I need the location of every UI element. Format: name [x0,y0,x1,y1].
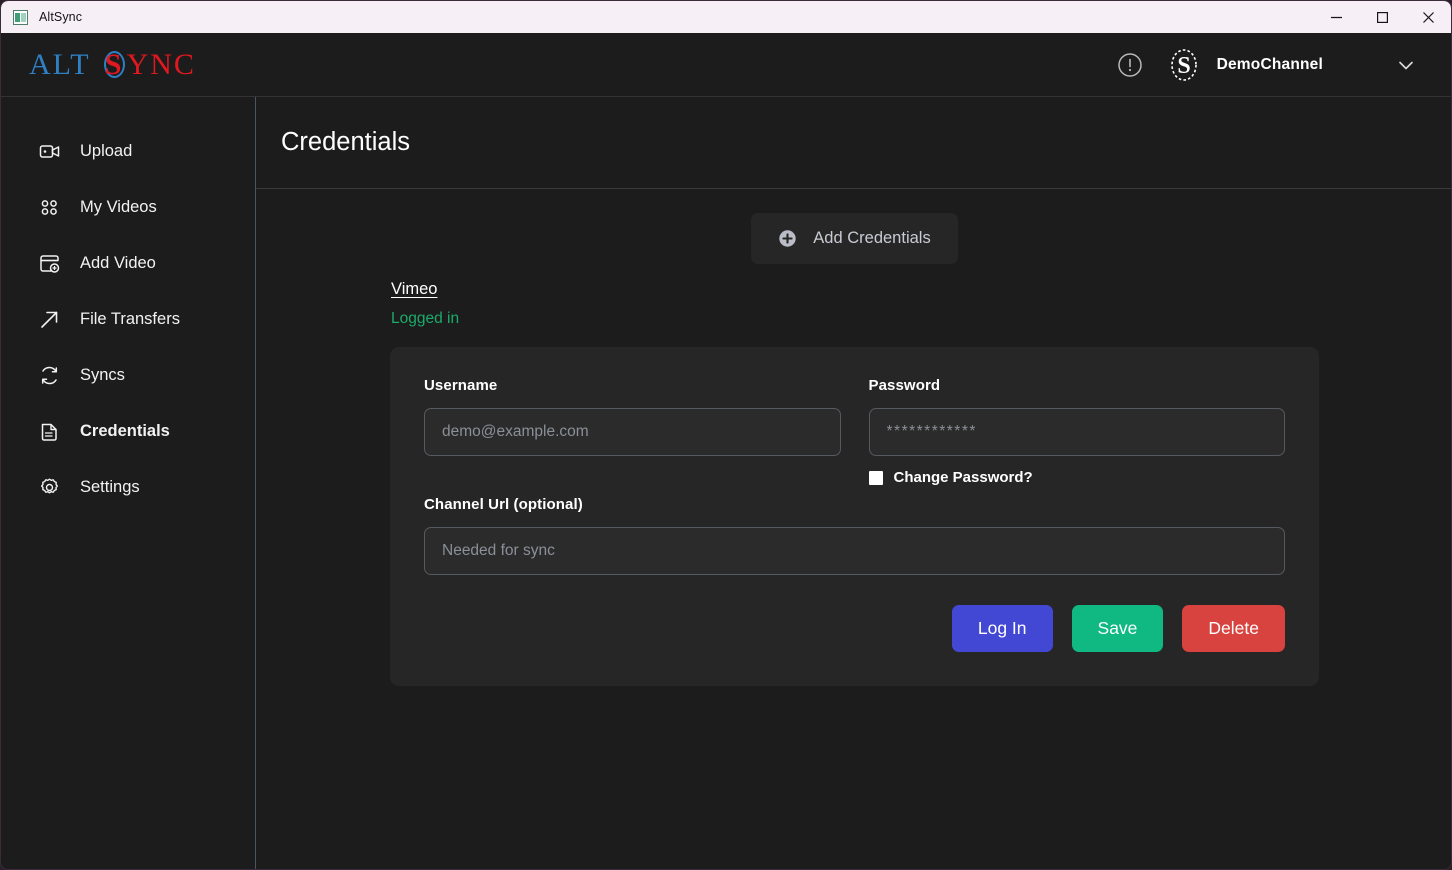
sidebar-item-file-transfers[interactable]: File Transfers [1,291,255,347]
delete-button[interactable]: Delete [1182,605,1285,652]
page-title: Credentials [281,128,410,156]
add-credentials-button[interactable]: Add Credentials [751,213,958,264]
page-header: Credentials [256,97,1451,189]
title-bar: AltSync [1,1,1451,33]
maximize-button[interactable] [1359,1,1405,33]
sidebar-item-add-video[interactable]: Add Video [1,235,255,291]
avatar[interactable]: S [1166,47,1202,83]
close-button[interactable] [1405,1,1451,33]
sidebar-item-my-videos[interactable]: My Videos [1,179,255,235]
sidebar-item-label: Settings [80,477,140,496]
brand-logo[interactable]: ALT S YNC [29,48,196,82]
sidebar-item-label: Syncs [80,365,125,384]
app-header: ALT S YNC S DemoChannel [1,33,1451,97]
password-label: Password [868,377,941,394]
change-password-row: Change Password? [868,469,1286,486]
provider-status: Logged in [391,310,460,327]
username-label: Username [424,377,498,394]
change-password-label: Change Password? [893,469,1033,486]
chevron-down-icon[interactable] [1383,45,1429,85]
sidebar-item-label: Upload [80,141,133,160]
brand-ync-text: YNC [126,47,196,81]
page-body: Add Credentials Vimeo Logged in Username [256,189,1451,869]
credentials-form-grid: Username Password Change Password? [424,377,1285,486]
channel-name: DemoChannel [1216,55,1323,73]
plus-circle-icon [778,229,797,248]
sidebar-item-credentials[interactable]: Credentials [1,403,255,459]
window-title: AltSync [39,10,83,24]
credentials-card: Username Password Change Password? [390,347,1319,686]
sidebar-item-label: File Transfers [80,309,180,328]
document-icon [39,421,60,442]
sidebar-item-syncs[interactable]: Syncs [1,347,255,403]
channel-url-field-group: Channel Url (optional) [424,496,1285,575]
username-input[interactable] [424,408,841,456]
header-right-group: S DemoChannel [1110,45,1429,85]
window-controls [1313,1,1451,33]
save-button[interactable]: Save [1071,605,1164,652]
sidebar-item-label: Credentials [80,421,170,440]
sidebar: Upload My Videos Add Video File Transfer… [1,97,256,869]
arrow-up-right-icon [39,309,60,330]
body-container: Upload My Videos Add Video File Transfer… [1,97,1451,869]
brand-s-letter: S [104,47,124,81]
application-window: AltSync ALT S YNC S DemoChannel Upload M… [0,0,1452,870]
minimize-button[interactable] [1313,1,1359,33]
main-content: Credentials Add Credentials Vimeo Logged… [256,97,1451,869]
sidebar-item-label: Add Video [80,253,156,272]
form-action-buttons: Log In Save Delete [424,605,1285,652]
brand-s-badge: S [102,48,127,82]
video-camera-icon [39,141,60,162]
brand-alt-text: ALT [29,47,91,81]
title-bar-left: AltSync [1,9,1313,25]
add-video-icon [39,253,60,274]
change-password-checkbox[interactable] [868,470,883,485]
svg-text:S: S [1177,53,1190,79]
username-field-group: Username [424,377,841,486]
alert-circle-icon[interactable] [1110,45,1150,85]
grid-dots-icon [39,197,60,218]
channel-url-label: Channel Url (optional) [424,496,583,513]
password-input[interactable] [868,408,1285,456]
password-field-group: Password Change Password? [868,377,1286,486]
channel-url-input[interactable] [424,527,1285,575]
sidebar-item-settings[interactable]: Settings [1,459,255,515]
add-credentials-label: Add Credentials [813,229,931,247]
provider-block: Vimeo Logged in [390,280,1319,328]
login-button[interactable]: Log In [951,605,1053,652]
sidebar-item-label: My Videos [80,197,157,216]
refresh-sync-icon [39,365,60,386]
add-credentials-row: Add Credentials [390,213,1319,264]
sidebar-item-upload[interactable]: Upload [1,123,255,179]
provider-name[interactable]: Vimeo [391,280,437,299]
app-window-icon [13,9,28,25]
gear-icon [39,477,60,498]
